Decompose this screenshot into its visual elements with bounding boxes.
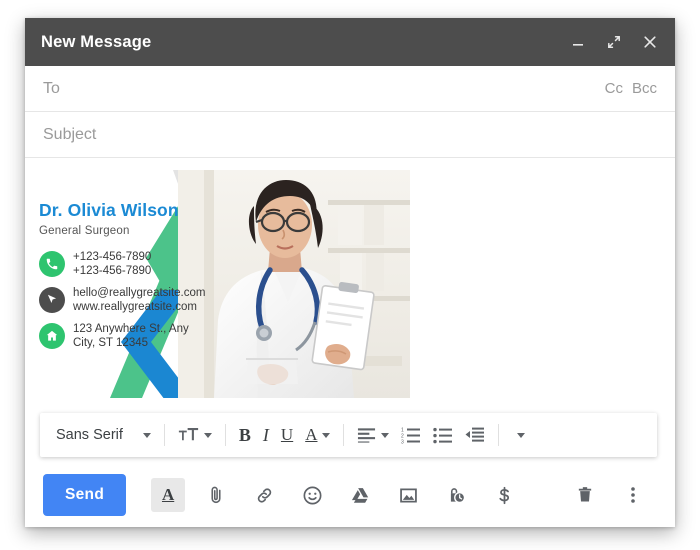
- svg-text:3: 3: [401, 439, 404, 444]
- website-line: www.reallygreatsite.com: [73, 301, 197, 314]
- toolbar-divider: [224, 424, 226, 446]
- contact-row-web: hello@reallygreatsite.com www.reallygrea…: [39, 286, 205, 315]
- cursor-icon: [39, 287, 65, 314]
- insert-emoji-button[interactable]: [295, 478, 329, 512]
- contact-phone-lines: +123-456-7890 +123-456-7890: [73, 250, 151, 279]
- align-button[interactable]: [352, 420, 394, 450]
- bold-icon: B: [238, 424, 251, 445]
- bold-button[interactable]: B: [234, 420, 256, 450]
- italic-icon: I: [262, 424, 269, 445]
- window-controls: [569, 33, 659, 51]
- contact-address-lines: 123 Anywhere St., Any City, ST 12345: [73, 322, 189, 351]
- lock-clock-icon: [450, 487, 465, 503]
- signature-role: General Surgeon: [39, 225, 130, 237]
- font-family-label: Sans Serif: [56, 427, 123, 443]
- contact-web-lines: hello@reallygreatsite.com www.reallygrea…: [73, 286, 205, 315]
- window-title: New Message: [41, 32, 152, 51]
- paperclip-icon: [211, 486, 221, 504]
- phone-line-1: +123-456-7890: [73, 251, 152, 263]
- numbered-list-icon: 1 2 3: [401, 427, 421, 444]
- insert-money-button[interactable]: [487, 478, 521, 512]
- address-line-1: 123 Anywhere St., Any: [73, 322, 189, 335]
- confidential-mode-button[interactable]: [439, 478, 473, 512]
- chevron-down-icon: [322, 432, 331, 438]
- more-format-button[interactable]: [507, 420, 530, 450]
- text-format-icon: A: [161, 485, 175, 504]
- more-options-button[interactable]: [616, 478, 650, 512]
- formatting-toolbar: Sans Serif B I U A 1 2 3: [40, 413, 657, 457]
- minimize-button[interactable]: [569, 33, 587, 51]
- kebab-menu-icon: [631, 487, 635, 503]
- to-field-label: To: [43, 79, 60, 97]
- home-icon: [39, 322, 65, 349]
- send-button[interactable]: Send: [43, 474, 127, 516]
- to-field-row[interactable]: To Cc Bcc: [25, 66, 675, 112]
- compose-window: New Message To Cc Bcc Subject Dr. Olivia…: [25, 18, 675, 527]
- cc-button[interactable]: Cc: [605, 80, 623, 97]
- insert-link-button[interactable]: [247, 478, 281, 512]
- insert-photo-button[interactable]: [391, 478, 425, 512]
- font-family-selector[interactable]: Sans Serif: [50, 420, 131, 450]
- font-family-dropdown-arrow[interactable]: [133, 420, 156, 450]
- window-title-bar: New Message: [25, 18, 675, 66]
- subject-field-label: Subject: [43, 125, 97, 143]
- attach-file-button[interactable]: [199, 478, 233, 512]
- email-signature-card: Dr. Olivia Wilson General Surgeon +123-4…: [28, 170, 410, 398]
- chevron-down-icon: [203, 432, 212, 438]
- trash-icon: [578, 487, 592, 502]
- chevron-down-icon: [381, 432, 390, 438]
- expand-button[interactable]: [605, 33, 623, 51]
- address-line-2: City, ST 12345: [73, 336, 149, 349]
- indent-decrease-icon: [465, 427, 485, 442]
- close-button[interactable]: [641, 33, 659, 51]
- compose-action-bar: Send A: [25, 463, 675, 527]
- signature-text-block: Dr. Olivia Wilson General Surgeon +123-4…: [39, 200, 205, 357]
- insert-drive-button[interactable]: [343, 478, 377, 512]
- toolbar-divider: [343, 424, 345, 446]
- bulleted-list-icon: [433, 427, 453, 443]
- font-size-button[interactable]: [173, 420, 217, 450]
- italic-button[interactable]: I: [258, 420, 274, 450]
- phone-icon: [39, 251, 65, 278]
- message-body[interactable]: Dr. Olivia Wilson General Surgeon +123-4…: [25, 158, 675, 463]
- toolbar-divider: [163, 424, 165, 446]
- chevron-down-icon: [142, 432, 151, 438]
- text-color-icon: A: [305, 425, 318, 444]
- signature-contact-list: +123-456-7890 +123-456-7890 hello@really…: [39, 250, 205, 350]
- google-drive-icon: [351, 487, 368, 503]
- chevron-down-icon: [517, 432, 526, 438]
- email-line: hello@reallygreatsite.com: [73, 286, 206, 299]
- formatting-options-button[interactable]: A: [151, 478, 186, 512]
- text-color-button[interactable]: A: [300, 420, 335, 450]
- emoji-icon: [303, 486, 322, 504]
- bulleted-list-button[interactable]: [428, 420, 458, 450]
- align-left-icon: [358, 428, 376, 443]
- numbered-list-button[interactable]: 1 2 3: [396, 420, 426, 450]
- phone-line-2: +123-456-7890: [73, 265, 152, 278]
- dollar-icon: [499, 486, 509, 504]
- indent-less-button[interactable]: [460, 420, 490, 450]
- cc-bcc-group: Cc Bcc: [605, 80, 657, 97]
- doctor-photo: [178, 170, 410, 398]
- doctor-portrait-image: [178, 170, 410, 398]
- contact-row-address: 123 Anywhere St., Any City, ST 12345: [39, 322, 205, 351]
- underline-icon: U: [280, 425, 294, 444]
- toolbar-divider: [498, 424, 500, 446]
- font-size-icon: [178, 428, 199, 441]
- contact-row-phone: +123-456-7890 +123-456-7890: [39, 250, 205, 279]
- underline-button[interactable]: U: [276, 420, 298, 450]
- bcc-button[interactable]: Bcc: [632, 80, 657, 97]
- subject-field-row[interactable]: Subject: [25, 112, 675, 158]
- image-icon: [399, 488, 417, 502]
- discard-draft-button[interactable]: [568, 478, 602, 512]
- signature-name: Dr. Olivia Wilson: [39, 200, 179, 220]
- link-icon: [257, 487, 271, 503]
